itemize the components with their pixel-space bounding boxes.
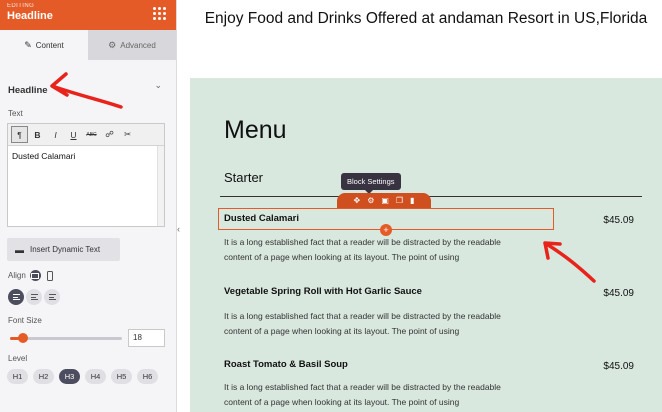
editor-sidebar: EDITING Headline ✎ Content ⚙ Advanced He… [0,0,177,412]
level-h1-button[interactable]: H1 [7,369,28,384]
underline-icon[interactable]: U [65,126,82,143]
menu-item-name[interactable]: Vegetable Spring Roll with Hot Garlic Sa… [224,286,422,297]
align-center-icon [30,294,38,300]
font-size-slider-handle[interactable] [18,333,29,343]
align-left-button[interactable] [8,289,24,305]
align-right-icon [48,294,56,300]
level-h2-button[interactable]: H2 [33,369,54,384]
font-size-label: Font Size [8,316,42,325]
collapse-sidebar-icon[interactable]: ‹ [177,224,180,234]
menu-item-price: $45.09 [603,288,634,299]
tab-content-label: Content [35,40,64,50]
align-center-button[interactable] [26,289,42,305]
insert-dynamic-text-label: Insert Dynamic Text [30,245,101,254]
duplicate-icon[interactable]: ❐ [396,196,403,205]
level-h5-button[interactable]: H5 [111,369,132,384]
editor-scrollbar[interactable] [157,146,164,226]
move-icon[interactable]: ✥ [353,196,360,205]
font-size-input[interactable]: 18 [128,329,165,347]
starter-heading: Starter [224,170,264,185]
section-title: Headline [8,85,48,96]
insert-dynamic-text-button[interactable]: ▬ Insert Dynamic Text [7,238,120,261]
format-icon[interactable]: ¶ [11,126,28,143]
tab-advanced-label: Advanced [120,40,156,50]
desktop-icon[interactable] [29,270,41,281]
menu-item-price: $45.09 [603,361,634,372]
unlink-icon[interactable]: ✂ [119,126,136,143]
level-h3-button[interactable]: H3 [59,369,80,384]
save-icon[interactable]: ▣ [381,196,389,205]
italic-icon[interactable]: I [47,126,64,143]
tab-advanced[interactable]: ⚙ Advanced [88,30,176,60]
settings-icon[interactable]: ⚙ [367,196,374,205]
menu-item-description: It is a long established fact that a rea… [224,311,501,336]
sidebar-header: EDITING Headline [0,0,176,30]
mobile-icon[interactable] [45,270,56,281]
level-h4-button[interactable]: H4 [85,369,106,384]
text-editor[interactable]: ¶ B I U ABC ☍ ✂ Dusted Calamari [7,123,165,227]
menu-section: Menu Starter Block Settings ✥ ⚙ ▣ ❐ ▮ + … [190,78,662,412]
section-divider [220,196,642,197]
align-left-icon [12,294,20,300]
align-right-button[interactable] [44,289,60,305]
editing-label: EDITING [7,3,35,9]
sidebar-tabs: ✎ Content ⚙ Advanced [0,30,176,60]
sidebar-title: Headline [7,10,53,22]
text-label: Text [8,109,23,118]
font-size-slider[interactable] [10,333,122,343]
level-h6-button[interactable]: H6 [137,369,158,384]
menu-item-price: $45.09 [603,215,634,226]
menu-item-description: It is a long established fact that a rea… [224,237,501,262]
pencil-icon: ✎ [24,39,32,50]
menu-item-description: It is a long established fact that a rea… [224,382,501,407]
sliders-icon: ⚙ [108,39,117,50]
headline-section-toggle[interactable]: Headline ⌄ [0,60,176,108]
level-label: Level [8,354,28,363]
align-label: Align [8,271,26,280]
chevron-down-icon[interactable]: ⌄ [154,80,162,91]
editor-toolbar: ¶ B I U ABC ☍ ✂ [8,124,164,146]
menu-title: Menu [224,116,287,144]
dynamic-text-icon: ▬ [15,244,24,255]
alignment-buttons [8,289,60,305]
link-icon[interactable]: ☍ [101,126,118,143]
strikethrough-icon[interactable]: ABC [83,126,100,143]
grid-menu-icon[interactable] [153,7,166,20]
heading-level-buttons: H1 H2 H3 H4 H5 H6 [7,369,158,384]
block-settings-tooltip: Block Settings [341,173,401,194]
align-row: Align [8,270,56,281]
menu-item-name[interactable]: Dusted Calamari [224,213,299,224]
trash-icon[interactable]: ▮ [410,196,414,205]
bold-icon[interactable]: B [29,126,46,143]
block-toolbar: ✥ ⚙ ▣ ❐ ▮ [337,193,431,208]
page-heading: Enjoy Food and Drinks Offered at andaman… [204,10,648,27]
tab-content[interactable]: ✎ Content [0,30,88,60]
menu-item-name[interactable]: Roast Tomato & Basil Soup [224,359,348,370]
editor-text[interactable]: Dusted Calamari [8,146,164,166]
